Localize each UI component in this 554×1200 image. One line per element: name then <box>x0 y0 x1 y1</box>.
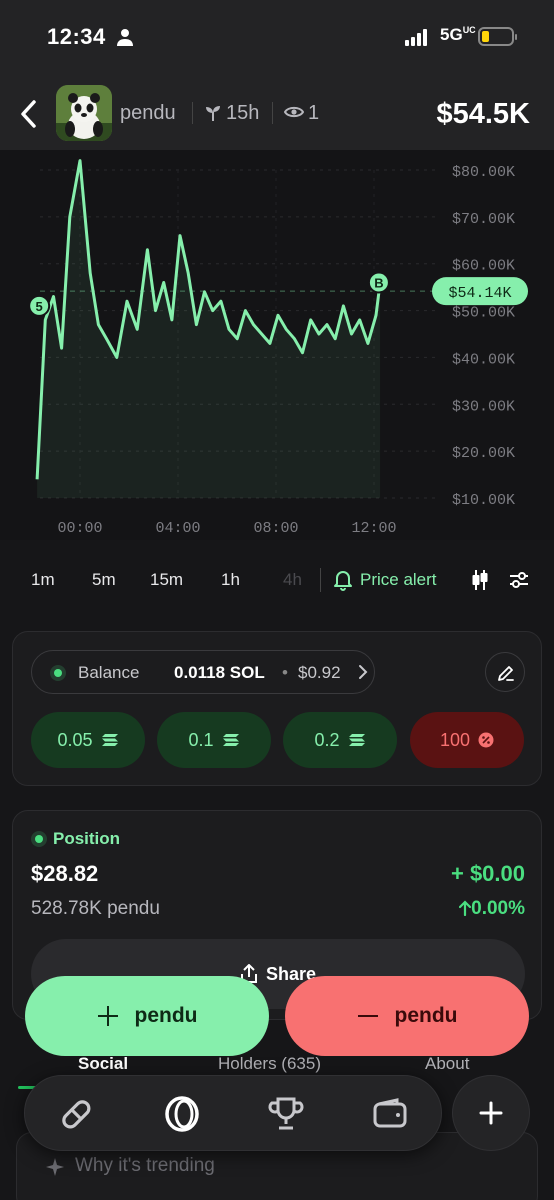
y-tick-label: $80.00K <box>452 164 515 181</box>
token-header: pendu 15h 1 $54.5K <box>0 80 554 150</box>
back-arrow-icon[interactable] <box>18 98 40 130</box>
amount-label: 0.05 <box>57 729 93 750</box>
edit-amounts-button[interactable] <box>485 652 525 692</box>
solana-icon <box>101 734 118 746</box>
balance-usd: $0.92 <box>298 663 341 682</box>
solana-icon <box>222 734 239 746</box>
status-dot <box>54 669 62 677</box>
balance-label: Balance <box>78 663 140 682</box>
person-icon <box>117 29 133 46</box>
sell-label: pendu <box>394 1004 458 1027</box>
status-dot <box>35 835 43 843</box>
y-tick-label: $20.00K <box>452 445 515 462</box>
pill-icon[interactable] <box>57 1095 95 1133</box>
trade-marker-label: B <box>374 275 383 290</box>
amount-0-05-button[interactable]: 0.05 <box>31 712 145 768</box>
viewer-count: 1 <box>308 102 320 124</box>
divider <box>192 102 193 124</box>
timeframe-15m[interactable]: 15m <box>150 570 183 590</box>
wallet-icon[interactable] <box>371 1095 409 1133</box>
timeframe-4h[interactable]: 4h <box>283 570 302 590</box>
divider <box>272 102 273 124</box>
percent-label: 100 <box>439 729 471 750</box>
sprout-icon <box>206 106 220 121</box>
tab-about[interactable]: About <box>425 1054 469 1074</box>
x-tick-label: 00:00 <box>57 520 102 537</box>
panda-image <box>56 85 112 141</box>
price-chart[interactable]: $80.00K $70.00K $60.00K $50.00K $40.00K $30.0… <box>0 150 554 540</box>
price-alert-button[interactable]: Price alert <box>360 570 437 590</box>
clock: 12:34 <box>47 24 106 49</box>
token-name: pendu <box>120 102 176 124</box>
x-tick-label: 08:00 <box>253 520 298 537</box>
tab-social[interactable]: Social <box>78 1054 128 1074</box>
pencil-icon <box>498 666 514 681</box>
trade-card: Balance 0.0118 SOL • $0.92 0.05 0.1 0.2 … <box>12 631 542 786</box>
balance-pill[interactable]: Balance 0.0118 SOL • $0.92 <box>31 650 375 694</box>
timeframe-1m[interactable]: 1m <box>31 570 55 590</box>
solana-icon <box>348 734 365 746</box>
timeframe-row: 1m 5m 15m 1h 4h Price alert <box>0 560 554 600</box>
create-button[interactable] <box>452 1075 530 1151</box>
position-pnl-percent: 0.00% <box>459 898 525 920</box>
amount-0-1-button[interactable]: 0.1 <box>157 712 271 768</box>
timeframe-1h[interactable]: 1h <box>221 570 240 590</box>
trending-label: Why it's trending <box>75 1155 215 1176</box>
amount-0-2-button[interactable]: 0.2 <box>283 712 397 768</box>
position-title: Position <box>53 829 121 848</box>
battery-icon <box>478 27 517 46</box>
y-tick-label: $60.00K <box>452 258 515 275</box>
plus-icon <box>479 1101 503 1125</box>
bullet: • <box>282 663 288 682</box>
x-tick-label: 04:00 <box>155 520 200 537</box>
plus-icon <box>97 1006 118 1026</box>
x-tick-label: 12:00 <box>351 520 396 537</box>
token-avatar[interactable] <box>56 85 112 141</box>
trade-marker-label: 5 <box>36 299 43 314</box>
amount-label: 0.2 <box>314 729 340 750</box>
y-tick-label: $70.00K <box>452 211 515 228</box>
position-value: $28.82 <box>31 861 99 886</box>
chevron-right-icon <box>359 665 368 679</box>
y-tick-label: $30.00K <box>452 398 515 415</box>
buy-label: pendu <box>134 1004 198 1027</box>
sliders-icon[interactable] <box>508 569 530 591</box>
sell-percent-button[interactable]: 100 <box>410 712 524 768</box>
position-tokens: 528.78K pendu <box>31 898 160 919</box>
amount-label: 0.1 <box>188 729 214 750</box>
y-tick-label: $40.00K <box>452 351 515 368</box>
status-bar: 12:34 5GUC <box>0 0 554 80</box>
divider <box>320 568 321 592</box>
coin-home-icon[interactable] <box>163 1095 201 1133</box>
eye-icon <box>284 106 304 118</box>
y-tick-label: $50.00K <box>452 305 515 322</box>
sell-button[interactable]: pendu <box>285 976 529 1056</box>
y-tick-label: $10.00K <box>452 492 515 509</box>
buy-button[interactable]: pendu <box>25 976 269 1056</box>
tab-holders[interactable]: Holders (635) <box>218 1054 321 1074</box>
network-label: 5GUC <box>440 25 476 44</box>
arrow-up-icon <box>459 900 472 917</box>
market-cap: $54.5K <box>436 98 530 130</box>
minus-icon <box>357 1015 378 1017</box>
token-age: 15h <box>226 102 260 124</box>
bell-icon[interactable] <box>333 569 353 591</box>
current-price-label: $54.14K <box>448 285 511 302</box>
candlestick-icon[interactable] <box>470 568 490 592</box>
trophy-icon[interactable] <box>267 1095 305 1133</box>
position-pnl: + $0.00 <box>450 861 525 886</box>
signal-icon <box>405 28 427 46</box>
bottom-nav <box>24 1075 442 1151</box>
balance-sol: 0.0118 SOL <box>174 663 265 682</box>
sparkle-icon <box>46 1158 64 1176</box>
timeframe-5m[interactable]: 5m <box>92 570 116 590</box>
percent-icon <box>478 732 494 748</box>
